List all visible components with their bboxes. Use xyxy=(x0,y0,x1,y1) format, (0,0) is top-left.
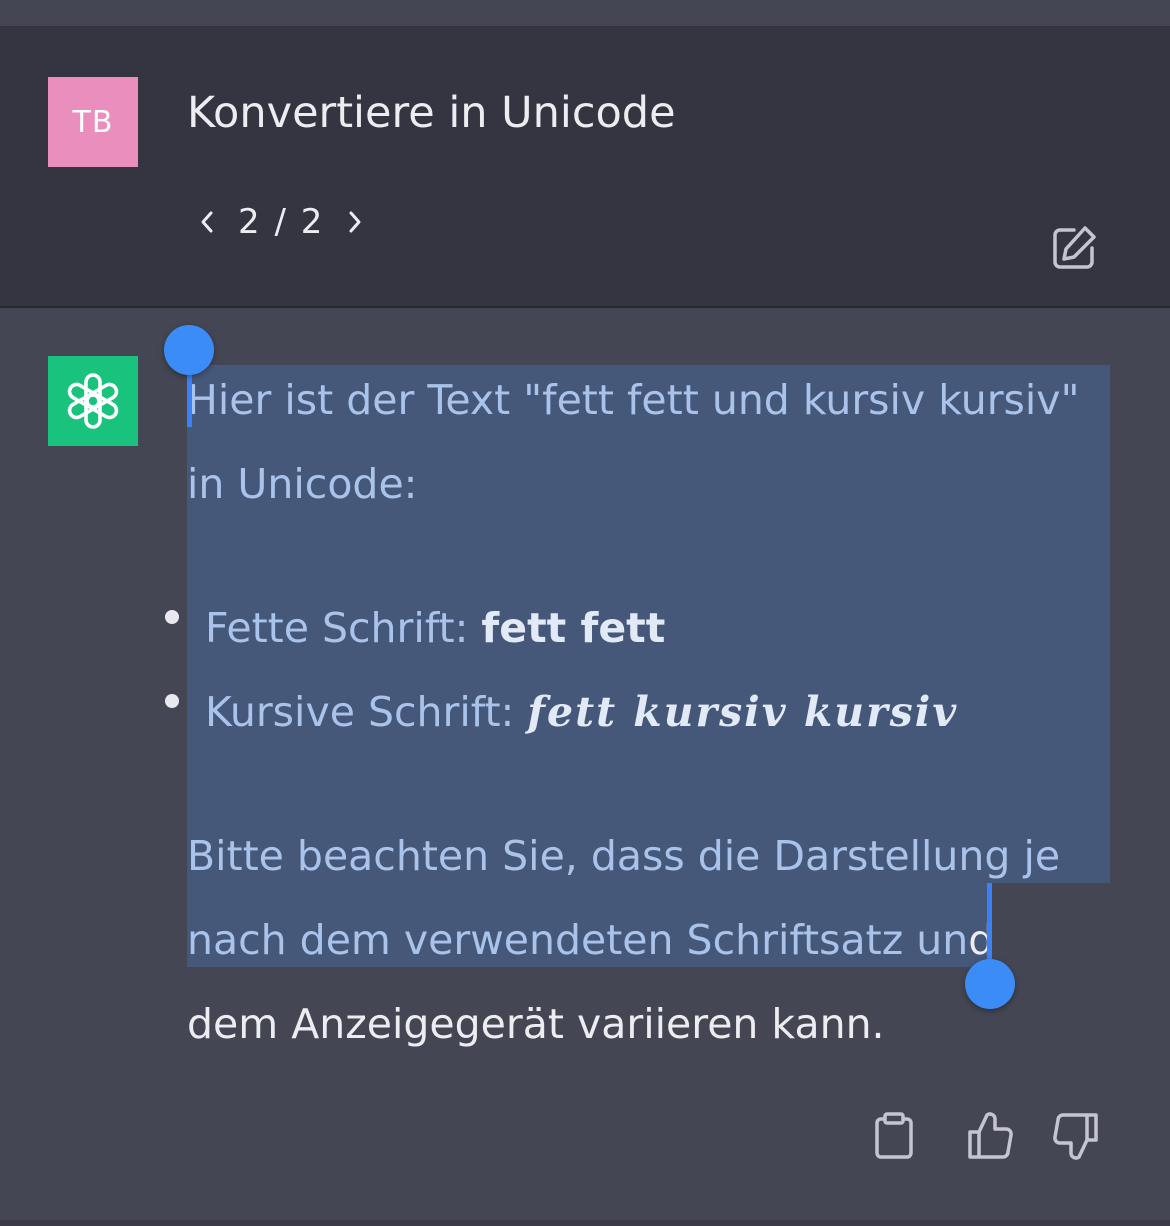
selection-end-handle[interactable] xyxy=(965,959,1015,1009)
bullet-dot xyxy=(165,610,179,624)
bottom-divider xyxy=(0,1220,1170,1226)
user-avatar-initials: TB xyxy=(72,104,114,140)
bullet-bold: Fette Schrift: 𝗳𝗲𝘁𝘁 𝗳𝗲𝘁𝘁 xyxy=(205,586,665,670)
assistant-line-1: Hier ist der Text "fett fett und kursiv … xyxy=(187,376,1080,424)
assistant-note-line-2-selected: nach dem verwendeten Schriftsatz un xyxy=(187,916,969,964)
edit-icon[interactable] xyxy=(1048,222,1100,274)
bullet-italic-value: 𝒇𝒆𝒕𝒕 𝒌𝒖𝒓𝒔𝒊𝒗 𝒌𝒖𝒓𝒔𝒊𝒗 xyxy=(527,688,959,736)
assistant-avatar xyxy=(48,356,138,446)
chevron-right-icon[interactable] xyxy=(338,200,372,244)
bullet-bold-value: 𝗳𝗲𝘁𝘁 𝗳𝗲𝘁𝘁 xyxy=(481,604,666,652)
selection-start-handle[interactable] xyxy=(164,325,214,375)
message-pager: 2 / 2 xyxy=(190,200,372,244)
thumbs-up-icon[interactable] xyxy=(964,1110,1016,1162)
openai-logo-icon xyxy=(67,373,119,429)
chevron-left-icon[interactable] xyxy=(190,200,224,244)
thumbs-down-icon[interactable] xyxy=(1050,1110,1102,1162)
assistant-note-line-1: Bitte beachten Sie, dass die Darstellung… xyxy=(187,832,1061,880)
assistant-message: Hier ist der Text "fett fett und kursiv … xyxy=(0,308,1170,1226)
bullet-bold-label: Fette Schrift: xyxy=(205,604,482,652)
user-avatar: TB xyxy=(48,77,138,167)
pager-label: 2 / 2 xyxy=(238,202,325,242)
user-message-text: Konvertiere in Unicode xyxy=(187,88,676,138)
clipboard-icon[interactable] xyxy=(868,1110,920,1162)
bullet-italic-label: Kursive Schrift: xyxy=(205,688,528,736)
selection-end-caret[interactable] xyxy=(987,883,992,967)
assistant-line-2: in Unicode: xyxy=(187,460,418,508)
bullet-italic: Kursive Schrift: 𝒇𝒆𝒕𝒕 𝒌𝒖𝒓𝒔𝒊𝒗 𝒌𝒖𝒓𝒔𝒊𝒗 xyxy=(205,670,958,754)
top-strip xyxy=(0,0,1170,26)
bullet-dot xyxy=(165,694,179,708)
user-message: TB Konvertiere in Unicode 2 / 2 xyxy=(0,26,1170,308)
